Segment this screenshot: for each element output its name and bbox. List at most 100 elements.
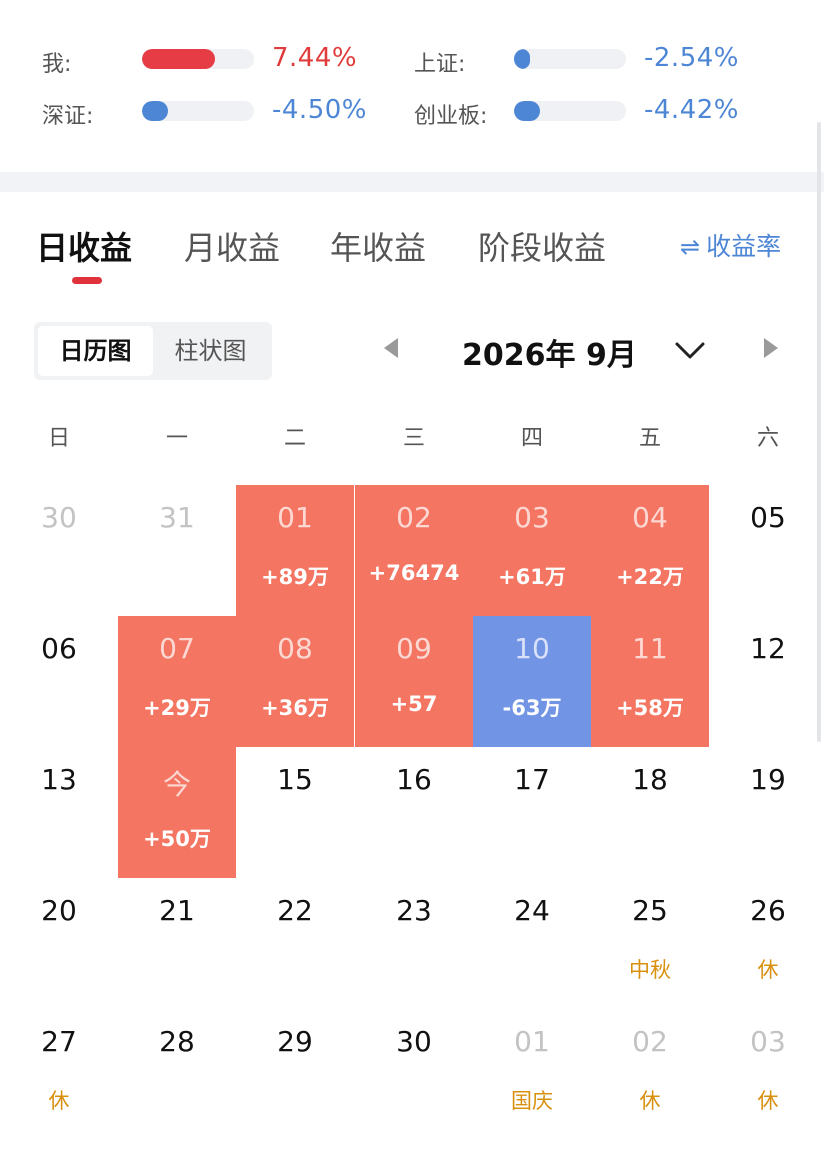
- next-month-icon[interactable]: [764, 338, 778, 358]
- day-number: 28: [159, 1025, 195, 1058]
- day-number: 03: [750, 1025, 786, 1058]
- day-pnl: +29万: [143, 696, 211, 720]
- day-pnl: +61万: [498, 565, 566, 589]
- day-pnl: +22万: [616, 565, 684, 589]
- comparison-value: -4.50%: [272, 95, 367, 125]
- calendar-grid: 30 31 01 +89万 02 +76474 03 +61万 04 +22万 05 06 07 +29万…: [0, 485, 824, 1145]
- day-pnl: +89万: [261, 565, 329, 589]
- comparison-bar-fill: [514, 101, 540, 121]
- view-bar-chart-button[interactable]: 柱状图: [153, 326, 268, 376]
- comparison-row-1: 我: 7.44% 上证: -2.54%: [0, 38, 824, 82]
- day-number: 05: [750, 501, 786, 534]
- comparison-label: 我:: [42, 52, 72, 77]
- calendar-day-cell[interactable]: 27 休: [0, 1009, 118, 1140]
- day-pnl: +58万: [616, 696, 684, 720]
- tab-monthly[interactable]: 月收益: [184, 223, 280, 269]
- day-number: 18: [632, 763, 668, 796]
- calendar-day-cell[interactable]: 20: [0, 878, 118, 1009]
- swap-arrows-icon: ⇌: [680, 233, 701, 261]
- calendar-day-cell[interactable]: 13: [0, 747, 118, 878]
- day-number: 01: [277, 501, 313, 534]
- holiday-label: 休: [639, 1089, 661, 1113]
- weekday-label: 五: [638, 426, 661, 451]
- calendar-day-cell[interactable]: 02 休: [591, 1009, 709, 1140]
- weekday-label: 六: [756, 426, 779, 451]
- calendar-day-cell[interactable]: 26 休: [709, 878, 824, 1009]
- weekday-label: 二: [283, 426, 306, 451]
- calendar-day-cell[interactable]: 18: [591, 747, 709, 878]
- calendar-day-cell[interactable]: 16: [355, 747, 473, 878]
- day-number: 16: [396, 763, 432, 796]
- active-tab-indicator: [72, 277, 102, 284]
- holiday-label: 国庆: [511, 1089, 553, 1113]
- calendar-day-cell[interactable]: 01 国庆: [473, 1009, 591, 1140]
- weekday-label: 四: [520, 426, 543, 451]
- return-rate-toggle[interactable]: ⇌ 收益率: [680, 227, 781, 263]
- weekday-label: 三: [402, 426, 425, 451]
- day-number: 03: [514, 501, 550, 534]
- calendar-day-cell[interactable]: 29: [236, 1009, 354, 1140]
- day-number: 20: [41, 894, 77, 927]
- calendar-day-cell[interactable]: 22: [236, 878, 354, 1009]
- comparison-value: -2.54%: [644, 43, 739, 73]
- day-number: 30: [396, 1025, 432, 1058]
- day-number: 04: [632, 501, 668, 534]
- calendar-day-cell[interactable]: 09 +57: [355, 616, 473, 747]
- view-calendar-button[interactable]: 日历图: [38, 326, 153, 376]
- calendar-day-cell[interactable]: 02 +76474: [355, 485, 473, 616]
- calendar-day-cell[interactable]: 05: [709, 485, 824, 616]
- calendar-day-cell[interactable]: 04 +22万: [591, 485, 709, 616]
- calendar-day-cell[interactable]: 03 休: [709, 1009, 824, 1140]
- day-number: 22: [277, 894, 313, 927]
- comparison-bar-fill: [514, 49, 530, 69]
- tab-daily[interactable]: 日收益: [36, 223, 132, 269]
- calendar-day-cell[interactable]: 03 +61万: [473, 485, 591, 616]
- calendar-day-cell[interactable]: 30: [0, 485, 118, 616]
- tab-period[interactable]: 阶段收益: [478, 223, 606, 269]
- calendar-day-cell[interactable]: 19: [709, 747, 824, 878]
- day-number: 30: [41, 501, 77, 534]
- calendar-day-cell[interactable]: 08 +36万: [236, 616, 354, 747]
- day-number: 今: [162, 768, 191, 801]
- day-pnl: -63万: [502, 696, 562, 720]
- day-number: 17: [514, 763, 550, 796]
- calendar-day-cell[interactable]: 24: [473, 878, 591, 1009]
- weekday-label: 一: [165, 426, 188, 451]
- day-number: 19: [750, 763, 786, 796]
- calendar-day-cell[interactable]: 06: [0, 616, 118, 747]
- section-divider: [0, 172, 824, 192]
- calendar-day-cell[interactable]: 17: [473, 747, 591, 878]
- prev-month-icon[interactable]: [384, 338, 398, 358]
- month-title: 2026年 9月: [462, 338, 637, 373]
- day-number: 13: [41, 763, 77, 796]
- calendar-day-cell[interactable]: 10 -63万: [473, 616, 591, 747]
- scrollbar[interactable]: [817, 122, 821, 742]
- day-pnl: +57: [390, 692, 438, 716]
- day-number: 25: [632, 894, 668, 927]
- calendar-day-cell[interactable]: 30: [355, 1009, 473, 1140]
- day-number: 12: [750, 632, 786, 665]
- calendar-day-cell[interactable]: 01 +89万: [236, 485, 354, 616]
- calendar-day-cell[interactable]: 21: [118, 878, 236, 1009]
- comparison-value: -4.42%: [644, 95, 739, 125]
- tab-yearly[interactable]: 年收益: [330, 223, 426, 269]
- comparison-bar: [142, 101, 254, 121]
- calendar-day-cell[interactable]: 11 +58万: [591, 616, 709, 747]
- calendar-day-cell[interactable]: 12: [709, 616, 824, 747]
- day-number: 01: [514, 1025, 550, 1058]
- chevron-down-icon[interactable]: [672, 332, 708, 368]
- day-number: 09: [396, 632, 432, 665]
- calendar-day-cell[interactable]: 今 +50万: [118, 747, 236, 878]
- day-number: 21: [159, 894, 195, 927]
- calendar-day-cell[interactable]: 25 中秋: [591, 878, 709, 1009]
- calendar-day-cell[interactable]: 28: [118, 1009, 236, 1140]
- calendar-day-cell[interactable]: 15: [236, 747, 354, 878]
- calendar-day-cell[interactable]: 07 +29万: [118, 616, 236, 747]
- calendar-day-cell[interactable]: 23: [355, 878, 473, 1009]
- comparison-bar: [514, 49, 626, 69]
- comparison-label: 创业板:: [414, 104, 488, 129]
- calendar-day-cell[interactable]: 31: [118, 485, 236, 616]
- day-number: 24: [514, 894, 550, 927]
- return-rate-label: 收益率: [706, 232, 782, 261]
- weekday-header: 日一二三四五六: [0, 420, 824, 451]
